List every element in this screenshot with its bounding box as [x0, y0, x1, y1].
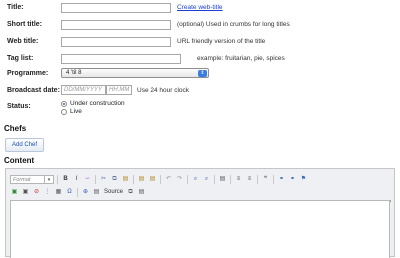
time-hint: Use 24 hour clock [137, 87, 190, 94]
short-title-input[interactable] [61, 20, 171, 30]
toolbar-separator [95, 174, 96, 184]
content-heading: Content [4, 156, 35, 165]
flash-icon[interactable]: ▣ [21, 188, 30, 197]
tag-list-label: Tag list: [7, 55, 34, 62]
cut-icon[interactable]: ✂ [99, 175, 108, 184]
anchor-icon[interactable]: ⚑ [299, 175, 308, 184]
editor-toolbar-row-1: Format ▾ B I ∽ ✂ ⧉ ▤ ▤ ▤ ↶ ↷ ⌕ ⌕ ▤ ≡ ≡ ❝… [10, 173, 308, 185]
format-placeholder: Format [13, 176, 31, 183]
editor-content-area[interactable] [10, 200, 390, 258]
broadcast-date-label: Broadcast date: [7, 87, 60, 94]
source-icon[interactable]: ▤ [92, 188, 101, 197]
redo-icon[interactable]: ↷ [175, 175, 184, 184]
paste-text-icon[interactable]: ▤ [137, 175, 146, 184]
unordered-list-icon[interactable]: ≡ [245, 175, 254, 184]
create-web-title-link[interactable]: Create web-title [177, 4, 223, 11]
source-button[interactable]: Source [103, 189, 124, 195]
add-chef-button[interactable]: Add Chef [5, 138, 45, 152]
ordered-list-icon[interactable]: ≡ [234, 175, 243, 184]
status-under-construction-radio[interactable] [61, 101, 67, 107]
format-dropdown[interactable]: Format ▾ [10, 174, 54, 184]
maximize-icon[interactable]: ⧉ [126, 188, 135, 197]
select-arrows-icon: ⇕ [198, 70, 207, 77]
status-label: Status: [7, 103, 31, 110]
editor-toolbar-row-2: ▣ ▣ ⊘ ⋮ ▦ Ω ⊕ ▤ Source ⧉ ▤ [10, 186, 146, 198]
broadcast-date-input[interactable]: DD/MM/YYYY [61, 85, 106, 95]
replace-icon[interactable]: ⌕ [202, 175, 211, 184]
short-title-label: Short title: [7, 21, 42, 28]
chefs-heading: Chefs [4, 124, 27, 133]
title-label: Title: [7, 4, 24, 11]
toolbar-separator [187, 174, 188, 184]
programme-select[interactable]: 4 'til 8 ⇕ [61, 68, 209, 78]
unlink-icon[interactable]: ⚭ [288, 175, 297, 184]
status-live-label: Live [70, 108, 82, 115]
link-icon[interactable]: ⚭ [277, 175, 286, 184]
paste-icon[interactable]: ▤ [121, 175, 130, 184]
preview-icon[interactable]: ⊕ [81, 188, 90, 197]
toolbar-separator [57, 174, 58, 184]
broadcast-time-input[interactable]: HH:MM [106, 85, 132, 95]
select-all-icon[interactable]: ▤ [218, 175, 227, 184]
toolbar-separator [160, 174, 161, 184]
web-title-hint: URL friendly version of the title [177, 38, 266, 45]
programme-value: 4 'til 8 [66, 70, 82, 76]
table-icon[interactable]: ▦ [54, 188, 63, 197]
find-icon[interactable]: ⌕ [191, 175, 200, 184]
chevron-down-icon: ▾ [44, 175, 53, 183]
strikethrough-icon[interactable]: ∽ [83, 175, 92, 184]
omega-icon[interactable]: Ω [65, 188, 74, 197]
show-blocks-icon[interactable]: ▤ [137, 188, 146, 197]
undo-icon[interactable]: ↶ [164, 175, 173, 184]
no-entry-icon[interactable]: ⊘ [32, 188, 41, 197]
toolbar-separator [273, 174, 274, 184]
web-title-input[interactable] [61, 37, 171, 47]
rich-text-editor: Format ▾ B I ∽ ✂ ⧉ ▤ ▤ ▤ ↶ ↷ ⌕ ⌕ ▤ ≡ ≡ ❝… [5, 168, 395, 258]
short-title-hint: (optional) Used in crumbs for long title… [177, 21, 290, 28]
status-under-construction-label: Under construction [70, 100, 125, 107]
tag-list-hint: example: fruitarian, pie, spices [197, 55, 285, 62]
toolbar-separator [133, 174, 134, 184]
image-icon[interactable]: ▣ [10, 188, 19, 197]
toolbar-separator [77, 187, 78, 197]
tag-list-input[interactable] [61, 54, 181, 64]
italic-icon[interactable]: I [72, 175, 81, 184]
copy-icon[interactable]: ⧉ [110, 175, 119, 184]
status-live-radio[interactable] [61, 109, 67, 115]
toolbar-separator [257, 174, 258, 184]
bold-icon[interactable]: B [61, 175, 70, 184]
toolbar-separator [230, 174, 231, 184]
title-input[interactable] [61, 3, 171, 13]
blockquote-icon[interactable]: ❝ [261, 175, 270, 184]
programme-label: Programme: [7, 70, 49, 77]
toolbar-separator [214, 174, 215, 184]
paste-word-icon[interactable]: ▤ [148, 175, 157, 184]
horizontal-rule-icon[interactable]: ⋮ [43, 188, 52, 197]
web-title-label: Web title: [7, 38, 39, 45]
